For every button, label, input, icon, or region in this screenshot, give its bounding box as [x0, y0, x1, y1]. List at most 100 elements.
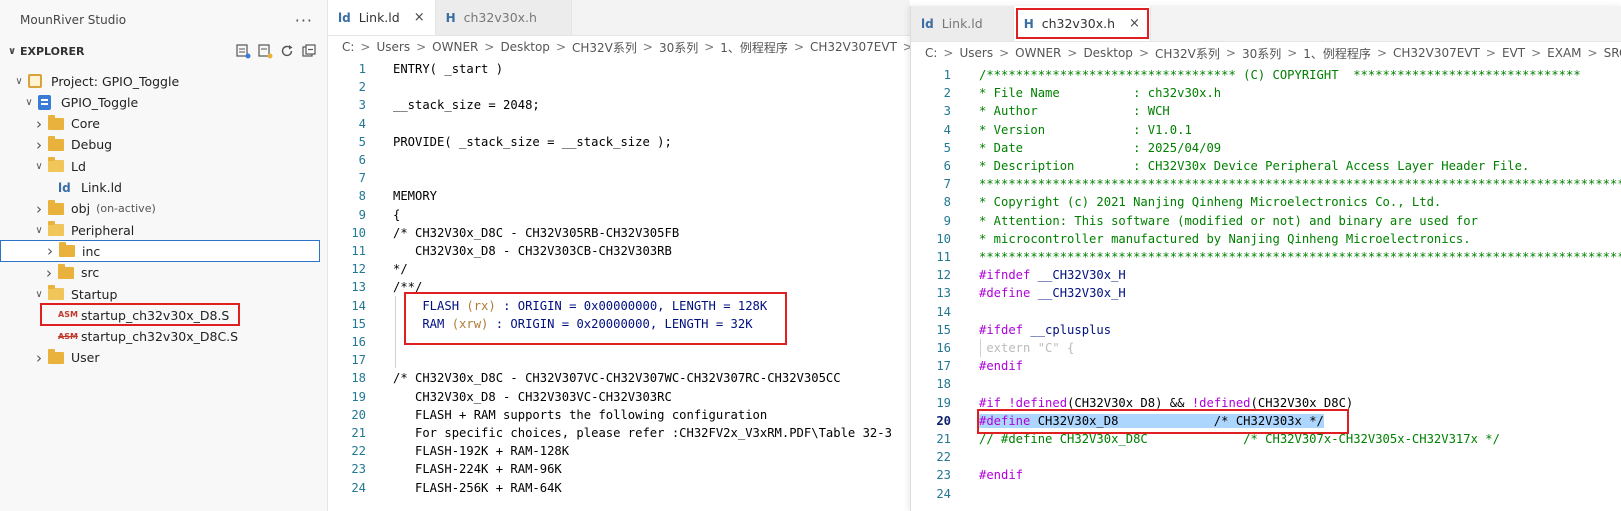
code-line[interactable]: 23 FLASH-224K + RAM-96K [328, 460, 561, 478]
tab-ch32v30x-h[interactable]: H ch32v30x.h [435, 0, 572, 35]
code-line[interactable]: 7 [328, 169, 393, 187]
code-line[interactable]: 17 [328, 351, 393, 369]
code-line[interactable]: 15 RAM (xrw) : ORIGIN = 0x20000000, LENG… [328, 315, 752, 333]
code-line[interactable]: 1 /********************************** (C)… [911, 66, 1581, 84]
breadcrumb-segment[interactable]: CH32V系列 [572, 39, 637, 56]
code-line[interactable]: 8 MEMORY [328, 187, 437, 205]
code-line[interactable]: 9{ [328, 206, 401, 224]
code-line[interactable]: 12 */ [328, 260, 407, 278]
breadcrumb-segment[interactable]: Users [959, 46, 993, 60]
code-line[interactable]: 15 #ifdef __cplusplus [911, 321, 1111, 339]
code-line[interactable]: 9 * Attention: This software (modified or… [911, 212, 1478, 230]
code-line[interactable]: 20 #define CH32V30x_D8 /* CH32V303x */ [911, 412, 1324, 430]
code-line[interactable]: 8 * Copyright (c) 2021 Nanjing Qinheng Mi… [911, 193, 1442, 211]
code-line[interactable]: 19 CH32V30x_D8 - CH32V303VC-CH32V303RC [328, 388, 672, 406]
breadcrumb-segment[interactable]: C: [342, 40, 354, 54]
code-line[interactable]: 13 /**/ [328, 278, 422, 296]
code-line[interactable]: 4 [328, 115, 393, 133]
tree-item[interactable]: › obj (on-active) [0, 198, 327, 220]
breadcrumb-segment[interactable]: CH32V307EVT [1393, 46, 1480, 60]
code-line[interactable]: 21 For specific choices, please refer :C… [328, 424, 892, 442]
close-icon[interactable]: × [414, 10, 425, 25]
tree-item[interactable]: ∨ Peripheral [0, 219, 327, 241]
code-line[interactable]: 17 #endif [911, 357, 1023, 375]
tree-item[interactable]: › User [0, 347, 327, 369]
tree-item[interactable]: › inc [0, 240, 320, 263]
tab-link-ld[interactable]: ld Link.ld × [328, 0, 436, 35]
code-line[interactable]: 22 FLASH-192K + RAM-128K [328, 442, 569, 460]
tree-item[interactable]: ∨ Ld [0, 155, 327, 177]
tree-item[interactable]: › Debug [0, 134, 327, 156]
more-actions-icon[interactable]: ··· [295, 11, 313, 30]
tree-item[interactable]: ASM startup_ch32v30x_D8.S [0, 303, 327, 327]
code-line[interactable]: 23 #endif [911, 466, 1023, 484]
breadcrumb-segment[interactable]: EVT [1502, 46, 1525, 60]
tree-item[interactable]: › Core [0, 113, 327, 135]
code-line[interactable]: 18 /* CH32V30x_D8C - CH32V307VC-CH32V307W… [328, 369, 840, 387]
code-token: * microcontroller manufactured by Nanjin… [979, 231, 1471, 246]
tree-item[interactable]: ASM startup_ch32v30x_D8C.S [0, 326, 327, 348]
code-line[interactable]: 20 FLASH + RAM supports the following co… [328, 406, 767, 424]
breadcrumb-segment[interactable]: Users [376, 40, 410, 54]
code-line[interactable]: 4 * Version : V1.0.1 [911, 121, 1192, 139]
code-line[interactable]: 13 #define __CH32V30x_H [911, 284, 1125, 302]
line-number: 20 [351, 407, 366, 422]
code-line[interactable]: 16 [328, 333, 393, 351]
breadcrumb-segment[interactable]: 1、例程程序 [720, 39, 788, 56]
code-line[interactable]: 19 #if !defined(CH32V30x_D8) && !defined(… [911, 394, 1353, 412]
breadcrumb-segment[interactable]: 1、例程程序 [1303, 45, 1371, 62]
new-file-icon[interactable] [235, 43, 251, 59]
code-line[interactable]: 7 ***************************************… [911, 175, 1621, 193]
breadcrumb-segment[interactable]: OWNER [1015, 46, 1061, 60]
breadcrumb-segment[interactable]: CH32V307EVT [810, 40, 897, 54]
folder-icon [48, 199, 66, 216]
code-line[interactable]: 11 CH32V30x_D8 - CH32V303CB-CH32V303RB [328, 242, 672, 260]
collapse-all-icon[interactable] [301, 43, 317, 59]
tree-item[interactable]: ld Link.ld [0, 177, 327, 199]
explorer-section-header[interactable]: ∨ EXPLORER [0, 40, 327, 62]
breadcrumb-segment[interactable]: Desktop [500, 40, 550, 54]
code-line[interactable]: 5 PROVIDE( _stack_size = __stack_size ); [328, 133, 672, 151]
code-line[interactable]: 11 **************************************… [911, 248, 1621, 266]
tree-item[interactable]: ∨ GPIO_Toggle [0, 91, 327, 113]
new-folder-icon[interactable] [257, 43, 273, 59]
code-line[interactable]: 18 [911, 375, 979, 393]
code-line[interactable]: 6 [328, 151, 393, 169]
code-line[interactable]: 5 * Date : 2025/04/09 [911, 139, 1221, 157]
tree-item[interactable]: ∨ Project: GPIO_Toggle [0, 70, 327, 92]
tab-ch32v30x-h[interactable]: H ch32v30x.h × [1013, 6, 1151, 41]
tab-link-ld[interactable]: ld Link.ld [911, 6, 1014, 41]
tree-item-label: startup_ch32v30x_D8.S [81, 307, 230, 323]
refresh-icon[interactable] [279, 43, 295, 59]
code-line[interactable]: 2 [328, 78, 393, 96]
code-line[interactable]: 10 * microcontroller manufactured by Nanj… [911, 230, 1471, 248]
code-line[interactable]: 1 ENTRY( _start ) [328, 60, 503, 78]
code-line[interactable]: 14 FLASH (rx) : ORIGIN = 0x00000000, LEN… [328, 297, 767, 315]
tree-item-label: Peripheral [71, 222, 135, 238]
code-line[interactable]: 3 * Author : WCH [911, 102, 1170, 120]
breadcrumb-segment[interactable]: OWNER [432, 40, 478, 54]
breadcrumb-segment[interactable]: 30系列 [1242, 45, 1281, 62]
breadcrumb-segment[interactable]: CH32V系列 [1155, 45, 1220, 62]
code-line[interactable]: 2 * File Name : ch32v30x.h [911, 84, 1221, 102]
close-icon[interactable]: × [1129, 16, 1140, 31]
tree-item[interactable]: ∨ Startup [0, 283, 327, 305]
code-line[interactable]: 6 * Description : CH32V30x Device Periphe… [911, 157, 1530, 175]
code-line[interactable]: 12 #ifndef __CH32V30x_H [911, 266, 1125, 284]
breadcrumb-segment[interactable]: C: [925, 46, 937, 60]
code-line[interactable]: 22 [911, 448, 979, 466]
tree-item[interactable]: › src [0, 262, 327, 284]
code-line[interactable]: 21 // #define CH32V30x_D8C /* CH32V307x-C… [911, 430, 1500, 448]
code-line[interactable]: 14 [911, 303, 979, 321]
code-line[interactable]: 3 __stack_size = 2048; [328, 96, 540, 114]
breadcrumb-segment[interactable]: SRC [1604, 46, 1621, 60]
code-line[interactable]: 24 FLASH-256K + RAM-64K [328, 479, 561, 497]
line-number: 11 [351, 244, 366, 258]
code-line[interactable]: 10 /* CH32V30x_D8C - CH32V305RB-CH32V305F… [328, 224, 679, 242]
breadcrumb-segment[interactable]: 30系列 [659, 39, 698, 56]
code-line[interactable]: 16 extern "C" { [911, 339, 1074, 357]
breadcrumb-segment[interactable]: Desktop [1083, 46, 1133, 60]
breadcrumb-segment[interactable]: EXAM [1547, 46, 1581, 60]
line-number: 10 [351, 225, 366, 240]
code-line[interactable]: 24 [911, 485, 979, 503]
